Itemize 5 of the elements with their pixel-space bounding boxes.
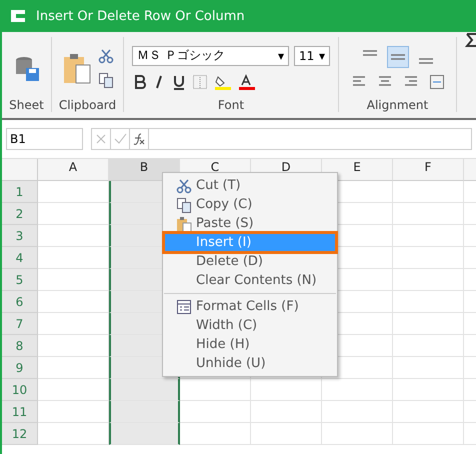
group-label: Font [218, 98, 244, 112]
group-label: Alignment [366, 98, 428, 112]
group-label: Clipboard [58, 98, 116, 112]
window-title: Insert Or Delete Row Or Column [36, 8, 245, 24]
group-label: Sheet [9, 98, 44, 112]
